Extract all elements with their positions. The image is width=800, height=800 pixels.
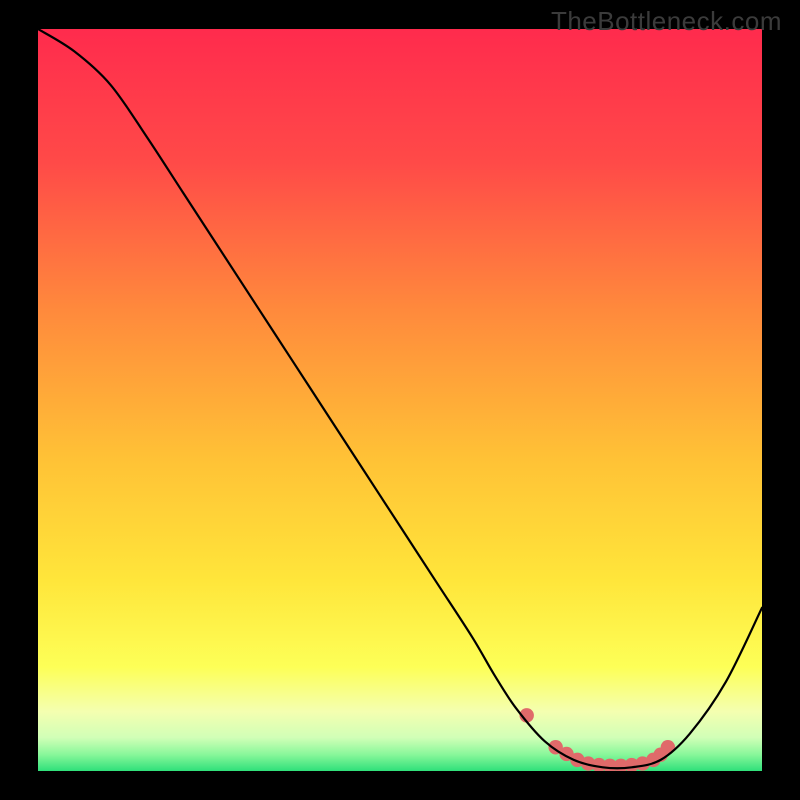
watermark-text: TheBottleneck.com [551,6,782,37]
main-curve [38,29,762,768]
plot-area [38,29,762,771]
chart-frame: TheBottleneck.com [0,0,800,800]
curve-layer [38,29,762,771]
